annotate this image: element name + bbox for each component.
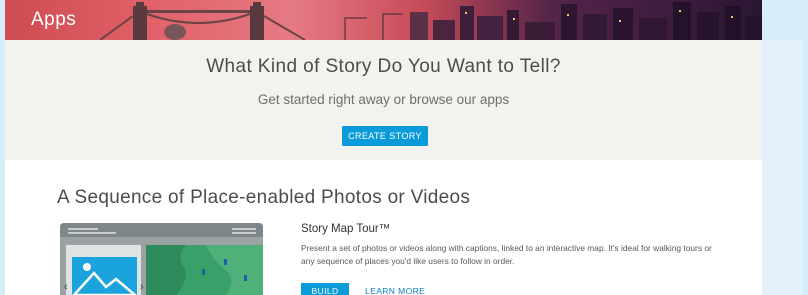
item-title: Story Map Tour™ [301,223,391,235]
section-title: A Sequence of Place-enabled Photos or Vi… [57,187,471,208]
mountain-photo-icon [72,257,137,295]
chevron-right-icon: › [140,281,144,293]
city-skyline-image [99,2,762,40]
item-description: Present a set of photos or videos along … [301,242,731,268]
item-description-line-1: Present a set of photos or videos along … [301,243,712,253]
cta-heading: What Kind of Story Do You Want to Tell? [206,56,561,77]
thumbnail-map [146,245,263,295]
item-description-line-2: any sequence of places you'd like users … [301,256,515,266]
story-map-tour-thumbnail[interactable]: ‹ › [60,223,263,295]
page-title: Apps [31,9,77,30]
chevron-left-icon: ‹ [64,281,68,293]
main-content: Apps What Kind of Story Do You Want to T… [5,0,762,295]
build-button[interactable]: BUILD [301,283,349,295]
create-story-button[interactable]: CREATE STORY [342,126,428,146]
thumbnail-header-bar [60,223,263,237]
cta-subheading: Get started right away or browse our app… [257,92,510,107]
create-story-section: What Kind of Story Do You Want to Tell? … [5,40,762,160]
hero-banner: Apps [5,0,762,40]
page: Apps What Kind of Story Do You Want to T… [0,0,808,295]
right-scroll-area [762,40,802,295]
learn-more-link[interactable]: LEARN MORE [365,286,425,295]
